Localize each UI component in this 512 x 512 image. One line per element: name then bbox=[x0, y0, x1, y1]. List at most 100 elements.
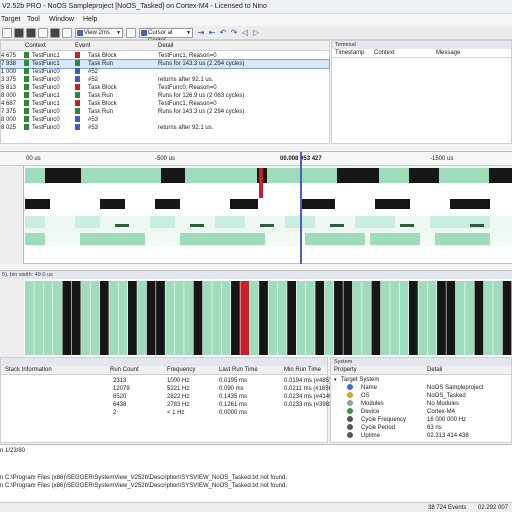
event-detail: Runs for 143.3 us (2 294 cycles) bbox=[158, 109, 245, 115]
run-marker bbox=[330, 224, 344, 227]
context-row[interactable]: 6520 2822 Hz 0.1435 ms 0.0234 ms (#4149) bbox=[1, 393, 334, 401]
context-row[interactable]: 6438 2783 Hz 0.1261 ms 0.0233 ms (#3983) bbox=[1, 401, 334, 409]
task-segment bbox=[305, 233, 365, 245]
event-name: #53 bbox=[88, 125, 99, 131]
event-row[interactable]: 8 025 TestFunc0 #53 returns after 92.1 us. bbox=[1, 124, 329, 132]
system-row[interactable]: Uptime 02.313 414 438 bbox=[331, 432, 511, 440]
cpu-load-bin bbox=[202, 281, 212, 355]
col-min-run[interactable]: Min Run Time bbox=[284, 366, 321, 375]
col-detail[interactable]: Detail bbox=[427, 366, 442, 375]
collapse-icon[interactable]: ▾ bbox=[334, 376, 337, 384]
property-name: Cycle Frequency bbox=[361, 417, 407, 423]
task-segment bbox=[25, 168, 45, 183]
menu-target[interactable]: Target bbox=[1, 14, 20, 26]
event-row[interactable]: 4 687 TestFunc1 Task Block TestFunc1, Reaso… bbox=[1, 100, 329, 108]
event-row[interactable]: 3 375 TestFunc0 #52 returns after 92.1 us. bbox=[1, 76, 329, 84]
arrow-right-icon[interactable]: ⇥ bbox=[196, 28, 206, 38]
col-property[interactable]: Property bbox=[334, 366, 357, 375]
property-icon bbox=[347, 400, 353, 406]
cpu-load-bin bbox=[221, 281, 231, 355]
context-row[interactable]: 12079 5221 Hz 0.090 ms 0.0211 ms (#1656) bbox=[1, 385, 334, 393]
contexts-title-bar bbox=[1, 358, 327, 366]
event-detail: TestFunc1, Reason=0 bbox=[158, 101, 217, 107]
cpu-load-bin bbox=[81, 281, 90, 355]
block-icon bbox=[75, 84, 80, 90]
save-button[interactable] bbox=[38, 28, 48, 38]
context-row[interactable]: 2 < 1 Hz 0.0000 ms bbox=[1, 409, 327, 417]
next-event-icon[interactable]: ▷ bbox=[251, 28, 261, 38]
col-stack-info[interactable]: Stack Information bbox=[5, 366, 52, 375]
property-icon bbox=[347, 392, 353, 398]
event-detail: TestFunc0, Reason=0 bbox=[158, 85, 217, 91]
cpu-load-bin bbox=[427, 281, 437, 355]
system-row[interactable]: Cycle Period 63 ns bbox=[331, 424, 511, 432]
stop-button[interactable] bbox=[26, 28, 36, 38]
last-run: 0.090 ms bbox=[219, 386, 244, 392]
col-last-run[interactable]: Last Run Time bbox=[219, 366, 258, 375]
property-icon bbox=[347, 432, 353, 438]
prev-event-icon[interactable]: ◁ bbox=[240, 28, 250, 38]
col-message[interactable]: Message bbox=[436, 49, 460, 58]
cpu-load-bin bbox=[212, 281, 222, 355]
cpu-load-panel[interactable]: 5), bin width: 49.0 us bbox=[0, 270, 512, 357]
run-marker bbox=[115, 224, 129, 227]
cpu-load-bin bbox=[62, 281, 72, 355]
system-row[interactable]: Modules No Modules bbox=[331, 400, 511, 408]
col-run-count[interactable]: Run Count bbox=[110, 366, 139, 375]
cursor-mode-select[interactable]: Cursor at Center ▼ bbox=[139, 28, 193, 44]
event-context: TestFunc0 bbox=[32, 77, 60, 83]
event-row[interactable]: 1 000 TestFunc0 #52 bbox=[1, 68, 329, 76]
system-row[interactable]: OS NoOS_Tasked bbox=[331, 392, 511, 400]
system-row[interactable]: Name NoOS Sampleproject bbox=[331, 384, 511, 392]
run-icon bbox=[75, 60, 80, 66]
zoom-in-button[interactable] bbox=[62, 28, 72, 38]
event-id: 8 000 bbox=[1, 93, 17, 99]
event-name: #52 bbox=[88, 77, 99, 83]
cpu-load-bin bbox=[502, 281, 512, 355]
cpu-load-bin bbox=[184, 281, 193, 355]
cpu-load-bin bbox=[474, 281, 484, 355]
col-frequency[interactable]: Frequency bbox=[167, 366, 195, 375]
open-button[interactable] bbox=[2, 28, 12, 38]
col-event[interactable]: Event bbox=[75, 41, 90, 51]
cpu-load-bin bbox=[277, 281, 287, 355]
event-row[interactable]: 7 938 TestFunc1 Task Run Runs for 143.3 us … bbox=[0, 59, 330, 69]
cpu-load-bin bbox=[465, 281, 474, 355]
col-context[interactable]: Context bbox=[374, 49, 395, 58]
contexts-panel: Stack Information Run Count Frequency La… bbox=[0, 357, 334, 443]
last-run: 0.1261 ms bbox=[219, 402, 248, 408]
col-timestamp[interactable]: Timestamp bbox=[335, 49, 364, 58]
event-row[interactable]: 8 000 TestFunc1 Task Run Runs for 126.9 us … bbox=[1, 92, 329, 100]
menu-tool[interactable]: Tool bbox=[27, 14, 40, 26]
zoom-select[interactable]: View 2ms ▼ bbox=[75, 28, 123, 38]
context-row[interactable]: 2313 1000 Hz 0.0195 ms 0.0194 ms (#485) bbox=[1, 377, 331, 385]
system-row[interactable]: Device Cortex-M4 bbox=[331, 408, 511, 416]
event-context: TestFunc0 bbox=[32, 69, 60, 75]
forward-icon[interactable]: ↷ bbox=[229, 28, 239, 38]
cpu-load-bin bbox=[305, 281, 315, 355]
col-detail[interactable]: Detail bbox=[158, 41, 173, 51]
system-row[interactable]: Cycle Frequency 16 000 000 Hz bbox=[331, 416, 511, 424]
event-row[interactable]: 8 000 TestFunc0 #53 bbox=[1, 116, 329, 124]
menu-help[interactable]: Help bbox=[83, 14, 97, 26]
terminal-title: Terminal bbox=[332, 41, 511, 49]
camera-icon[interactable] bbox=[50, 28, 60, 38]
cpu-load-bin bbox=[53, 281, 62, 355]
run-icon bbox=[75, 108, 80, 114]
arrow-left-icon[interactable]: ⇤ bbox=[207, 28, 217, 38]
timeline-cursor[interactable] bbox=[300, 152, 302, 264]
zoom-out-button[interactable] bbox=[126, 28, 136, 38]
timeline-panel[interactable]: 00 us -500 us 00.008 953 427 -1500 us bbox=[0, 151, 512, 264]
back-icon[interactable]: ↶ bbox=[218, 28, 228, 38]
event-row[interactable]: 4 675 TestFunc1 Task Block TestFunc1, Reaso… bbox=[1, 52, 329, 60]
record-button[interactable] bbox=[14, 28, 24, 38]
event-row[interactable]: 5 813 TestFunc0 Task Block TestFunc0, Reaso… bbox=[1, 84, 329, 92]
col-context[interactable]: Context bbox=[25, 41, 46, 51]
system-group[interactable]: ▾ Target System bbox=[331, 376, 511, 384]
menu-window[interactable]: Window bbox=[49, 14, 74, 26]
cpu-load-bin bbox=[90, 281, 100, 355]
task-segment bbox=[25, 233, 45, 245]
event-row[interactable]: 7 375 TestFunc0 Task Run Runs for 143.3 us … bbox=[1, 108, 329, 116]
task-segment bbox=[302, 168, 337, 183]
task-segment bbox=[375, 199, 410, 209]
